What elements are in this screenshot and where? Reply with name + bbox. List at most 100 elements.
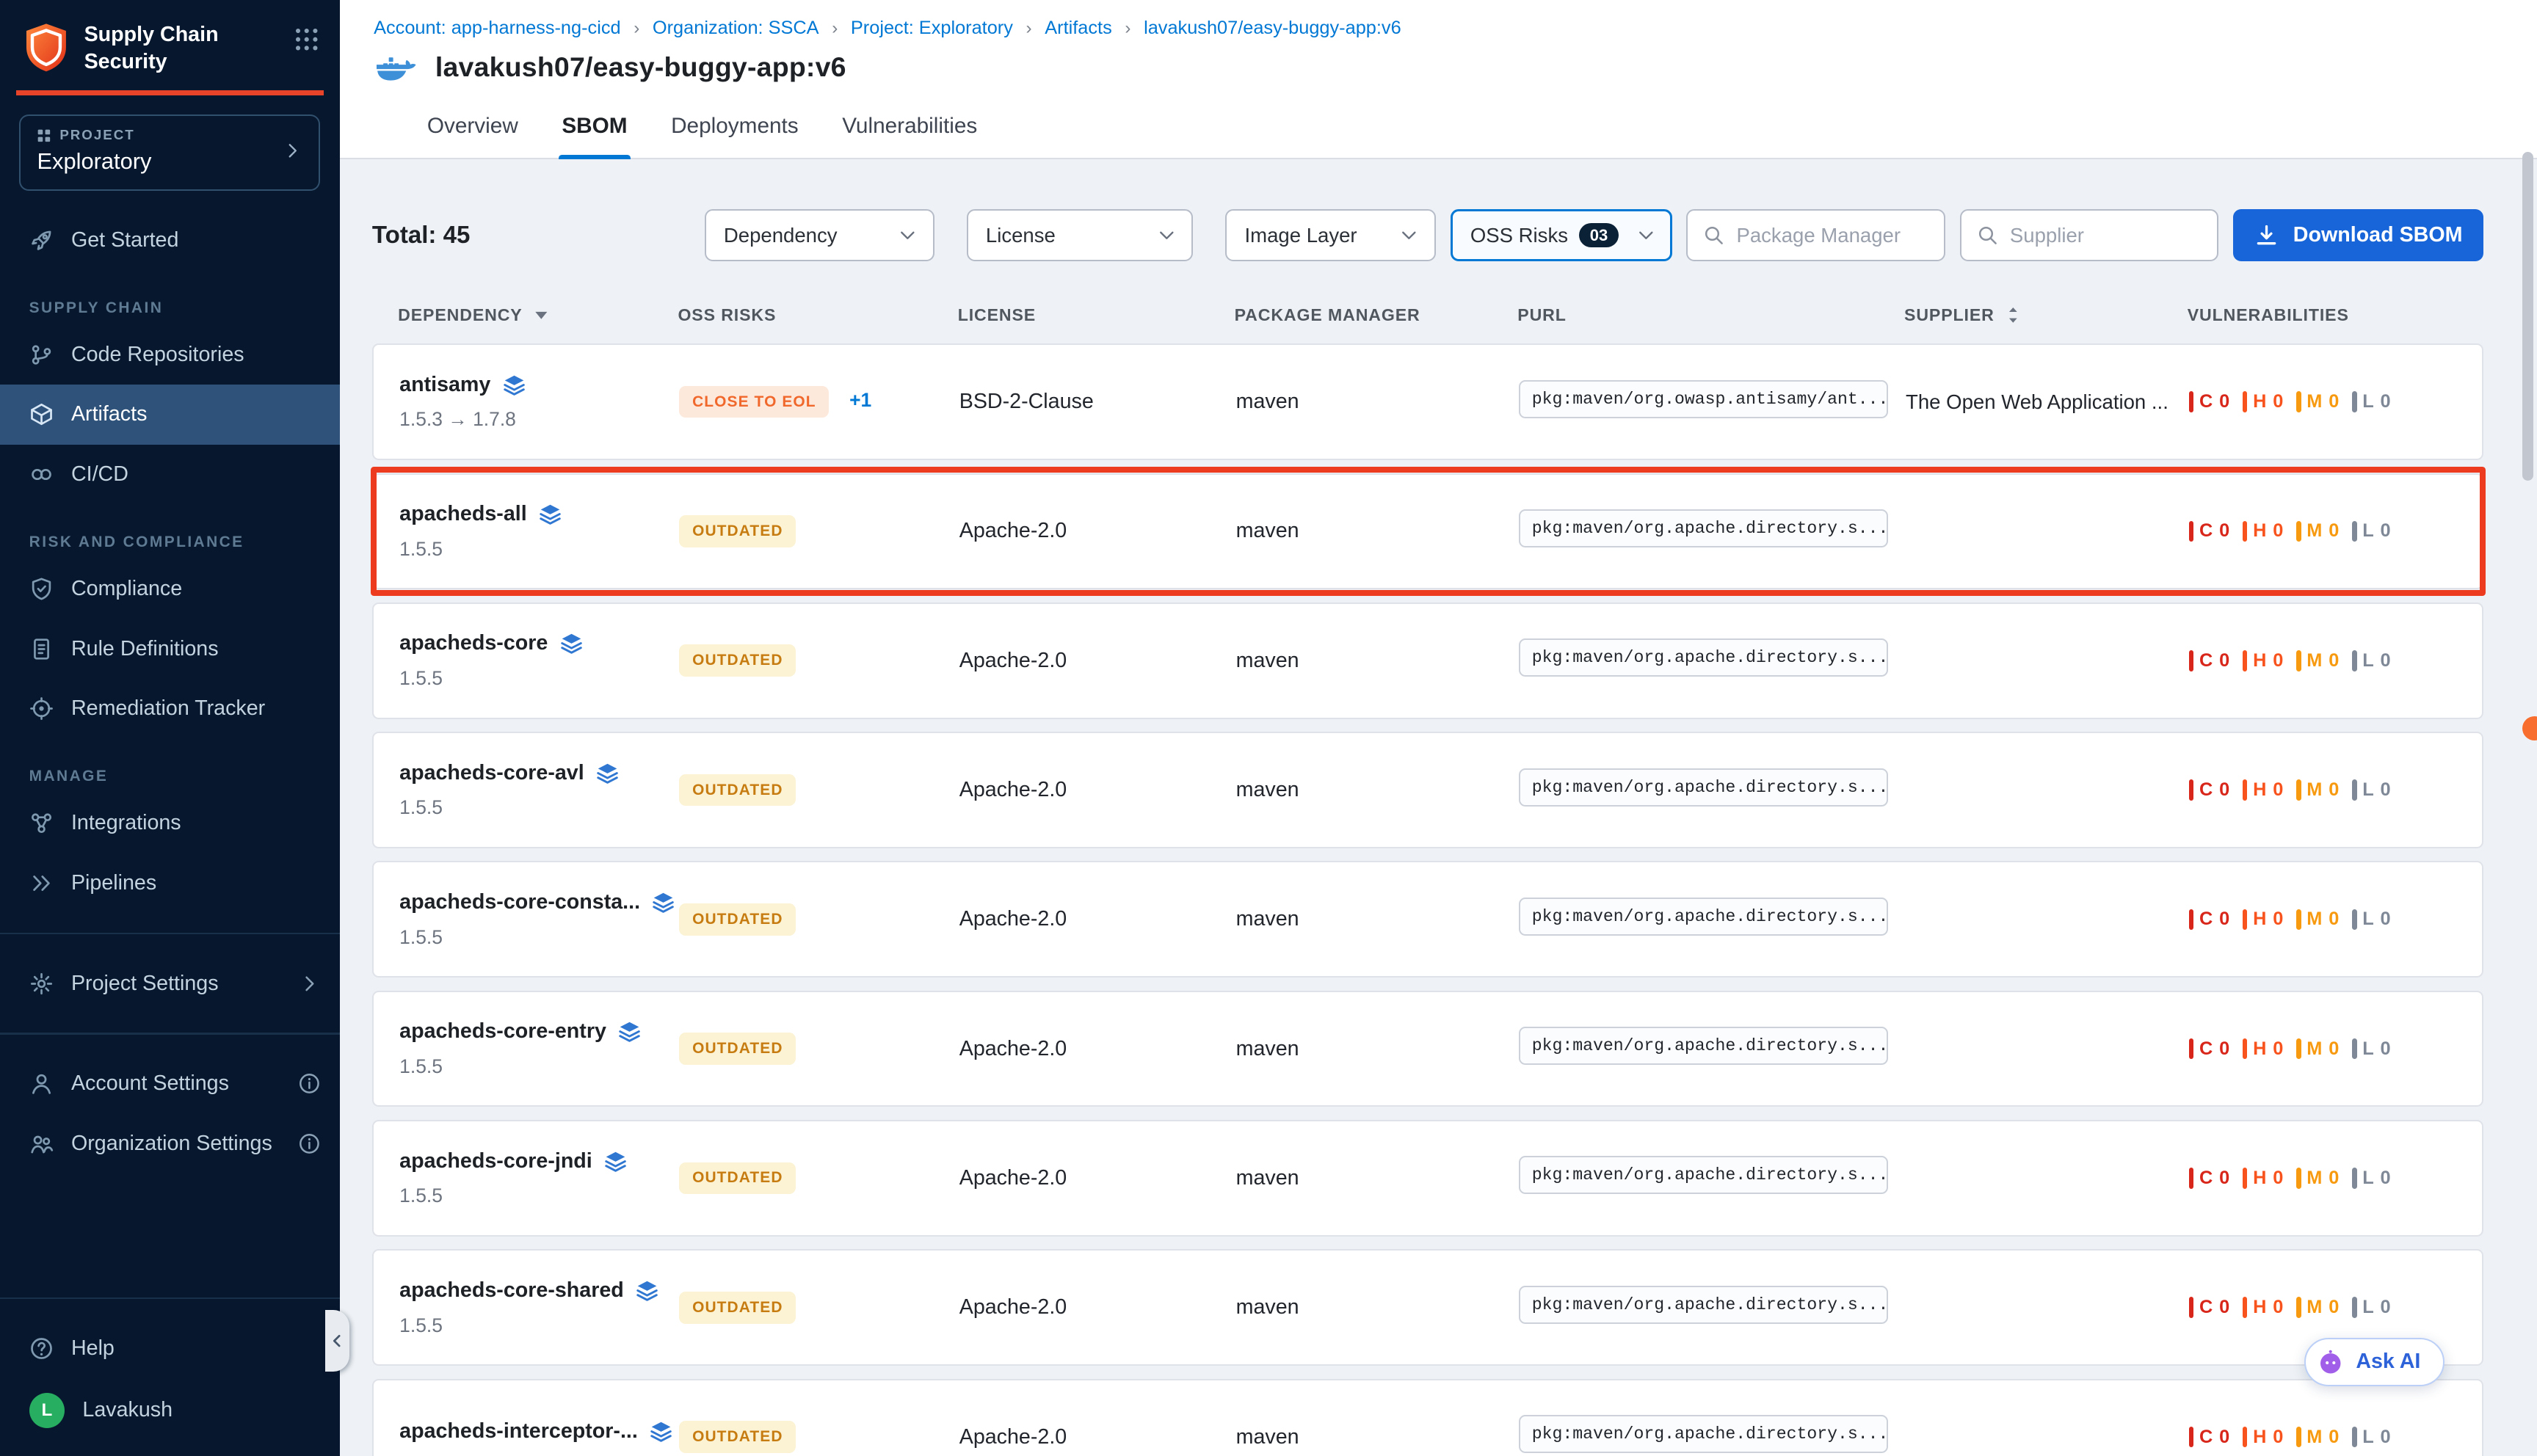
column-header-dependency[interactable]: DEPENDENCY [398,305,678,326]
severity-bar [2352,909,2357,931]
table-row[interactable]: apacheds-core-jndi 1.5.5 OUTDATED Apache… [372,1120,2483,1237]
dependency-name[interactable]: antisamy [399,373,490,397]
vulnerability-counts[interactable]: C0 H0 M0 L0 [2189,1168,2482,1189]
oss-risks-filter[interactable]: OSS Risks 03 [1451,209,1672,261]
package-manager-cell: maven [1236,778,1520,802]
dependency-name[interactable]: apacheds-core-consta... [399,890,640,914]
layers-icon [559,631,584,655]
license-cell: BSD-2-Clause [959,390,1236,414]
download-sbom-button[interactable]: Download SBOM [2233,209,2483,261]
sidebar-item-help[interactable]: Help [0,1318,340,1378]
sidebar-item-code-repositories[interactable]: Code Repositories [0,325,340,385]
vulnerability-counts[interactable]: C0 H0 M0 L0 [2189,520,2482,542]
breadcrumb-artifact-name[interactable]: lavakush07/easy-buggy-app:v6 [1144,18,1401,39]
breadcrumb-account[interactable]: Account: app-harness-ng-cicd [374,18,620,39]
table-row[interactable]: apacheds-core-entry 1.5.5 OUTDATED Apach… [372,991,2483,1107]
purl-value[interactable]: pkg:maven/org.apache.directory.s... [1519,1415,1888,1453]
severity-bar [2189,1168,2194,1189]
sidebar-item-pipelines[interactable]: Pipelines [0,853,340,914]
purl-value[interactable]: pkg:maven/org.apache.directory.s... [1519,638,1888,677]
severity-bar [2296,1038,2301,1060]
column-header-supplier[interactable]: SUPPLIER [1904,305,2188,326]
tab-deployments[interactable]: Deployments [668,103,802,158]
sidebar-item-organization-settings[interactable]: Organization Settings [0,1114,340,1174]
severity-bar [2189,521,2194,542]
severity-high: H0 [2243,520,2284,542]
severity-bar [2243,909,2248,931]
tab-sbom[interactable]: SBOM [559,103,631,158]
purl-value[interactable]: pkg:maven/org.apache.directory.s... [1519,1286,1888,1324]
oss-risks-cell: OUTDATED [679,1292,959,1324]
tab-overview[interactable]: Overview [424,103,521,158]
sidebar-item-artifacts[interactable]: Artifacts [0,385,340,445]
project-selector[interactable]: PROJECT Exploratory [19,114,320,191]
app-switcher-icon[interactable] [293,26,320,53]
dependency-name[interactable]: apacheds-core [399,631,548,655]
vulnerability-counts[interactable]: C0 H0 M0 L0 [2189,1427,2482,1448]
purl-value[interactable]: pkg:maven/org.apache.directory.s... [1519,768,1888,807]
user-menu[interactable]: L Lavakush [0,1378,340,1443]
purl-value[interactable]: pkg:maven/org.apache.directory.s... [1519,509,1888,547]
supplier-search-input[interactable] [2010,224,2203,247]
table-row[interactable]: apacheds-core 1.5.5 OUTDATED Apache-2.0 … [372,603,2483,719]
sidebar-item-project-settings[interactable]: Project Settings [0,953,340,1013]
tab-vulnerabilities[interactable]: Vulnerabilities [839,103,981,158]
table-row[interactable]: apacheds-core-avl 1.5.5 OUTDATED Apache-… [372,732,2483,848]
image-layer-filter[interactable]: Image Layer [1225,209,1436,261]
info-icon[interactable] [298,1072,321,1095]
breadcrumb-separator [1125,18,1130,39]
license-cell: Apache-2.0 [959,649,1236,673]
scrollbar-thumb[interactable] [2522,152,2533,480]
dependency-name[interactable]: apacheds-core-shared [399,1278,624,1303]
dependency-name[interactable]: apacheds-core-avl [399,761,584,785]
table-row-highlighted[interactable]: apacheds-all 1.5.5 OUTDATED Apache-2.0 m… [372,473,2483,590]
vulnerability-counts[interactable]: C0 H0 M0 L0 [2189,909,2482,930]
purl-value[interactable]: pkg:maven/org.apache.directory.s... [1519,1027,1888,1065]
table-row[interactable]: antisamy 1.5.3 → 1.7.8 CLOSE TO EOL +1 B… [372,343,2483,460]
package-manager-search-input[interactable] [1736,224,1929,247]
severity-critical: C0 [2189,1038,2230,1060]
ask-ai-button[interactable]: Ask AI [2304,1338,2445,1386]
chevron-down-icon [897,225,918,246]
table-row[interactable]: apacheds-core-shared 1.5.5 OUTDATED Apac… [372,1249,2483,1366]
sidebar-collapse-handle[interactable] [325,1310,349,1372]
oss-risk-more[interactable]: +1 [849,389,871,411]
sort-desc-icon [531,305,552,326]
breadcrumb-organization[interactable]: Organization: SSCA [653,18,819,39]
purl-value[interactable]: pkg:maven/org.apache.directory.s... [1519,898,1888,936]
dependency-name[interactable]: apacheds-core-jndi [399,1149,592,1173]
severity-critical: C0 [2189,520,2230,542]
table-row[interactable]: apacheds-interceptor-... OUTDATED Apache… [372,1379,2483,1456]
license-filter[interactable]: License [967,209,1194,261]
sidebar-item-rule-definitions[interactable]: Rule Definitions [0,619,340,679]
severity-critical: C0 [2189,1427,2230,1448]
breadcrumb-artifacts[interactable]: Artifacts [1045,18,1111,39]
vulnerability-counts[interactable]: C0 H0 M0 L0 [2189,391,2482,412]
oss-risk-badge: OUTDATED [679,644,796,677]
severity-high: H0 [2243,1427,2284,1448]
sidebar-item-get-started[interactable]: Get Started [0,210,340,270]
sidebar-item-cicd[interactable]: CI/CD [0,445,340,505]
oss-risk-badge: OUTDATED [679,515,796,547]
sidebar-footer: Help L Lavakush [0,1278,340,1455]
purl-value[interactable]: pkg:maven/org.owasp.antisamy/ant... [1519,380,1888,418]
table-row[interactable]: apacheds-core-consta... 1.5.5 OUTDATED A… [372,861,2483,978]
vulnerability-counts[interactable]: C0 H0 M0 L0 [2189,1038,2482,1060]
purl-value[interactable]: pkg:maven/org.apache.directory.s... [1519,1156,1888,1194]
dependency-filter[interactable]: Dependency [705,209,934,261]
severity-medium: M0 [2296,1427,2339,1448]
severity-bar [2296,1297,2301,1318]
vulnerability-counts[interactable]: C0 H0 M0 L0 [2189,1297,2482,1318]
info-icon[interactable] [298,1132,321,1155]
breadcrumb-project[interactable]: Project: Exploratory [851,18,1013,39]
rocket-icon [29,228,54,252]
dependency-name[interactable]: apacheds-core-entry [399,1019,606,1044]
dependency-name[interactable]: apacheds-interceptor-... [399,1419,638,1444]
dependency-name[interactable]: apacheds-all [399,502,527,526]
vulnerability-counts[interactable]: C0 H0 M0 L0 [2189,779,2482,801]
sidebar-item-remediation-tracker[interactable]: Remediation Tracker [0,679,340,739]
sidebar-item-account-settings[interactable]: Account Settings [0,1054,340,1114]
vulnerability-counts[interactable]: C0 H0 M0 L0 [2189,650,2482,671]
sidebar-item-compliance[interactable]: Compliance [0,559,340,619]
sidebar-item-integrations[interactable]: Integrations [0,793,340,853]
